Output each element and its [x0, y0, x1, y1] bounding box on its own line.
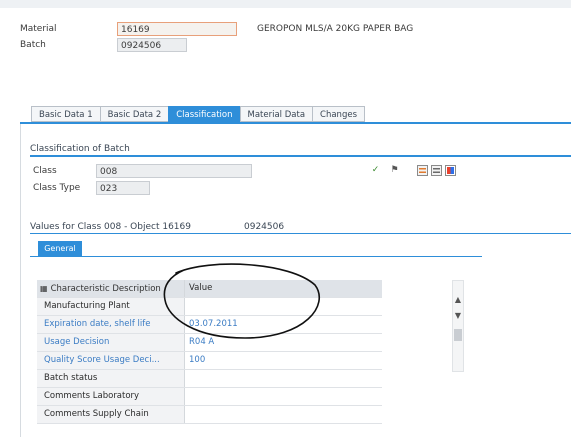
annotation-circle [163, 263, 320, 339]
